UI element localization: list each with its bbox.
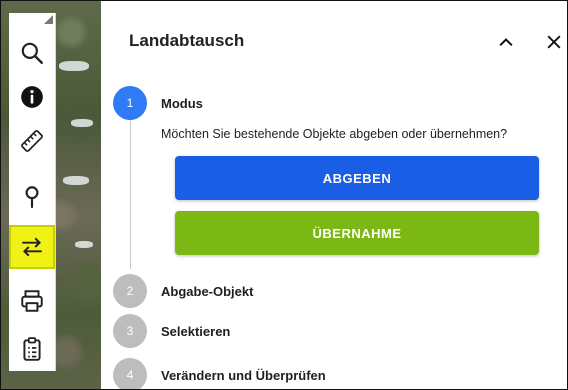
panel-title: Landabtausch	[129, 31, 245, 50]
map-toolbar	[9, 13, 56, 371]
close-icon	[547, 35, 561, 49]
clipboard-list-icon	[23, 337, 41, 361]
step-3-label[interactable]: Selektieren	[161, 324, 230, 339]
step-3-indicator[interactable]: 3	[113, 314, 147, 348]
stepper-connector-line	[130, 119, 131, 269]
uebernahme-button[interactable]: ÜBERNAHME	[175, 211, 539, 255]
print-tool-button[interactable]	[9, 279, 55, 323]
step-4-label[interactable]: Verändern und Überprüfen	[161, 368, 326, 383]
step-1-label[interactable]: Modus	[161, 96, 203, 111]
close-panel-button[interactable]	[541, 29, 567, 55]
search-icon	[21, 42, 43, 64]
pin-tool-button[interactable]	[9, 175, 55, 219]
measure-tool-button[interactable]	[9, 119, 55, 163]
app-frame: Landabtausch 1 Modus Möchten Sie bestehe…	[0, 0, 568, 390]
step-2-label[interactable]: Abgabe-Objekt	[161, 284, 253, 299]
modus-question: Möchten Sie bestehende Objekte abgeben o…	[161, 127, 508, 141]
info-tool-button[interactable]	[9, 75, 55, 119]
landabtausch-tool-button[interactable]	[9, 225, 55, 269]
swap-arrows-icon	[22, 237, 42, 257]
info-icon	[21, 86, 43, 108]
pin-icon	[25, 186, 39, 208]
step-1-indicator[interactable]: 1	[113, 86, 147, 120]
ruler-icon	[21, 130, 43, 152]
chevron-up-icon	[499, 38, 513, 47]
printer-icon	[21, 290, 43, 312]
step-4-indicator[interactable]: 4	[113, 358, 147, 389]
step-2-indicator[interactable]: 2	[113, 274, 147, 308]
search-tool-button[interactable]	[9, 31, 55, 75]
resize-corner-icon[interactable]	[44, 15, 53, 24]
abgeben-button[interactable]: ABGEBEN	[175, 156, 539, 200]
clipboard-tool-button[interactable]	[9, 327, 55, 371]
collapse-panel-button[interactable]	[493, 29, 519, 55]
